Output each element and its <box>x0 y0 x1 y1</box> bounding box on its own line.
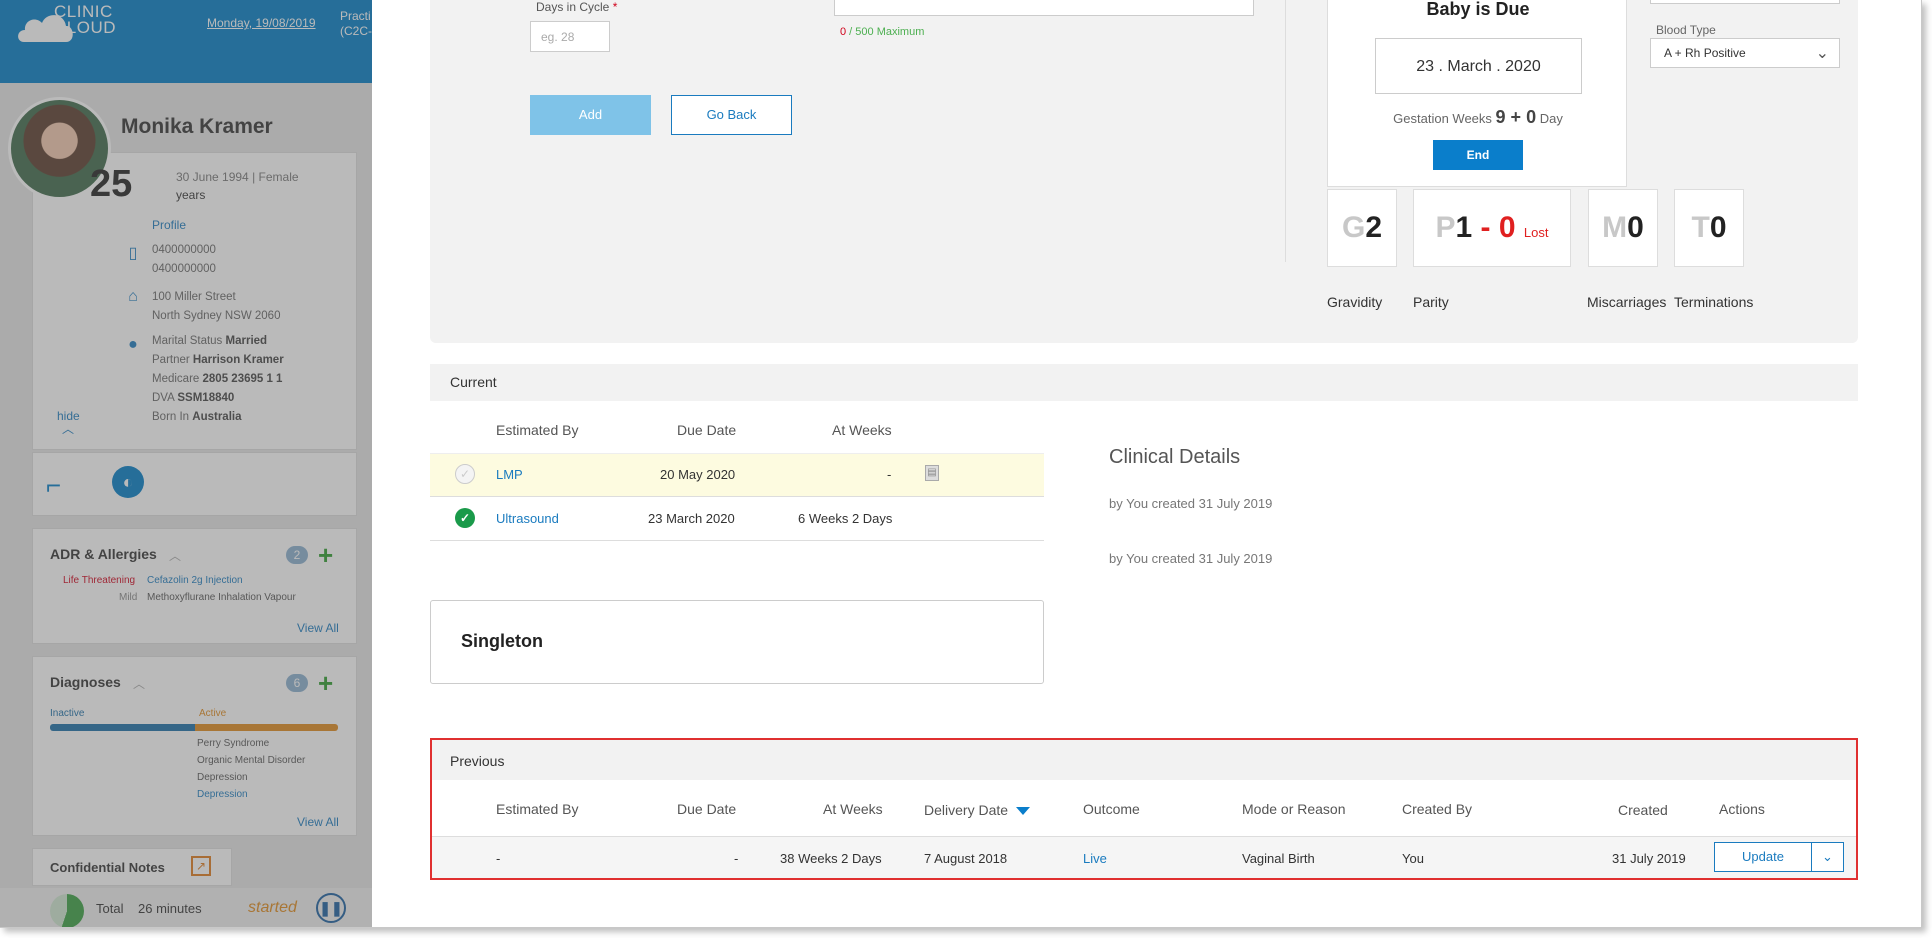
col-due-date: Due Date <box>677 422 737 438</box>
col-estimated-by: Estimated By <box>496 422 579 438</box>
parity-box: P1 - 0 Lost <box>1413 189 1571 267</box>
miscarriages-label: Miscarriages <box>1587 294 1667 310</box>
blood-type-select[interactable]: A + Rh Positive ⌄ <box>1650 38 1840 68</box>
miscarriages-box: M0 <box>1588 189 1658 267</box>
check-circle-icon[interactable]: ✓ <box>455 464 475 484</box>
chevron-down-icon: ⌄ <box>1815 45 1829 62</box>
clinical-line: by You created 31 July 2019 <box>1109 551 1273 566</box>
char-counter: 0 / 500 Maximum <box>840 26 925 38</box>
clinical-line: by You created 31 July 2019 <box>1109 496 1273 511</box>
at-weeks-cell: 6 Weeks 2 Days <box>798 511 893 526</box>
app-window: CLINIC CLOUD Monday, 19/08/2019 Practi (… <box>0 0 1922 928</box>
check-circle-icon[interactable]: ✓ <box>455 508 475 528</box>
due-date-cell: 20 May 2020 <box>660 467 736 482</box>
due-date-cell: 23 March 2020 <box>648 511 735 526</box>
due-date-card: Baby is Due 23 . March . 2020 Gestation … <box>1327 0 1627 187</box>
at-weeks-cell: - <box>887 467 892 482</box>
main-content: Days in Cycle * eg. 28 0 / 500 Maximum A… <box>372 0 1921 927</box>
notes-text-input[interactable] <box>834 0 1254 16</box>
due-title: Baby is Due <box>1426 0 1530 19</box>
vertical-divider <box>1285 0 1286 262</box>
dropdown-above[interactable] <box>1650 0 1840 4</box>
parity-label: Parity <box>1413 294 1449 310</box>
terminations-box: T0 <box>1674 189 1744 267</box>
highlight-box <box>430 738 1858 880</box>
blood-type-label: Blood Type <box>1656 23 1716 37</box>
pregnancy-form-panel: Days in Cycle * eg. 28 0 / 500 Maximum A… <box>430 0 1858 343</box>
end-button[interactable]: End <box>1433 140 1523 170</box>
singleton-card: Singleton <box>430 600 1044 684</box>
trash-icon[interactable]: ▤ <box>925 465 939 481</box>
patient-sidebar: CLINIC CLOUD Monday, 19/08/2019 Practi (… <box>0 0 372 927</box>
days-in-cycle-label: Days in Cycle * <box>536 0 618 14</box>
add-button[interactable]: Add <box>530 95 651 135</box>
gravidity-label: Gravidity <box>1327 294 1383 310</box>
current-section-header: Current <box>430 364 1858 401</box>
col-at-weeks: At Weeks <box>832 422 892 438</box>
gravidity-box: G2 <box>1327 189 1397 267</box>
modal-overlay <box>0 0 372 927</box>
go-back-button[interactable]: Go Back <box>671 95 792 135</box>
terminations-label: Terminations <box>1674 294 1754 310</box>
clinical-details-title: Clinical Details <box>1109 446 1241 468</box>
days-in-cycle-input[interactable]: eg. 28 <box>530 21 610 52</box>
gestation-weeks: Gestation Weeks 9 + 0 Day <box>1393 107 1563 127</box>
estimated-by-lmp[interactable]: LMP <box>496 467 523 482</box>
due-date-display[interactable]: 23 . March . 2020 <box>1375 38 1582 94</box>
estimated-by-ultrasound[interactable]: Ultrasound <box>496 511 559 526</box>
